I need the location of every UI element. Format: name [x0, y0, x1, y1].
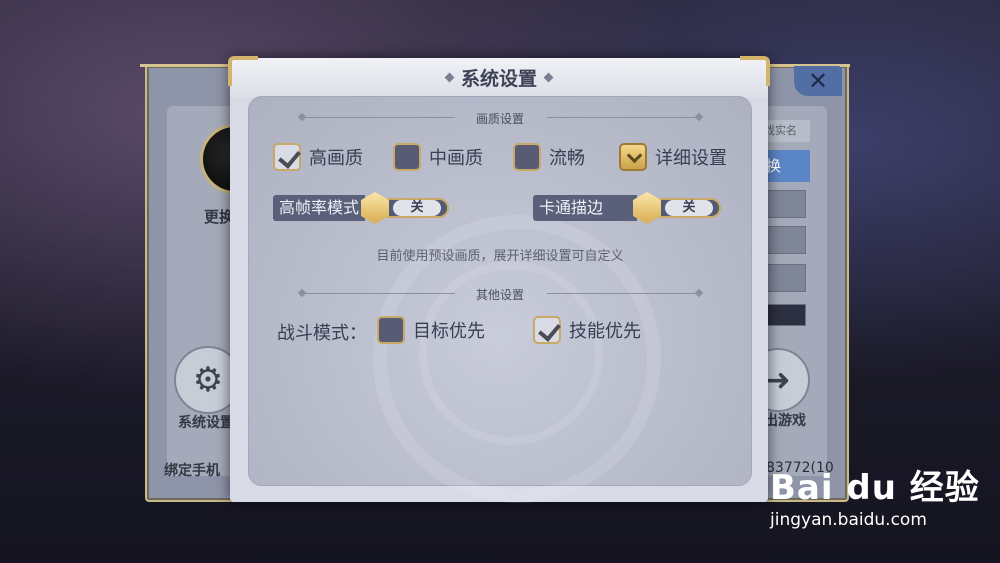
system-settings-dialog: 系统设置 画质设置 高画质 中画质 流畅 详细设置 高帧率模式 关 卡通描边 关…	[228, 56, 770, 503]
smooth-label[interactable]: 流畅	[549, 144, 585, 170]
dialog-title-wrap: 系统设置	[230, 64, 768, 91]
expand-chevron-icon[interactable]	[619, 143, 647, 171]
cartoon-outline-row: 卡通描边 关	[533, 192, 721, 224]
medium-quality-checkbox[interactable]	[393, 143, 421, 171]
option-target-priority[interactable]: 目标优先	[377, 316, 485, 344]
quality-section-header: 画质设置	[475, 112, 524, 126]
baidu-url: jingyan.baidu.com	[770, 510, 927, 530]
toggle-knob-icon[interactable]	[633, 192, 661, 224]
option-skill-priority[interactable]: 技能优先	[533, 316, 641, 344]
option-medium-quality[interactable]: 中画质	[393, 143, 483, 171]
cartoon-outline-label: 卡通描边	[533, 195, 637, 221]
option-high-quality[interactable]: 高画质	[273, 143, 363, 171]
high-fps-toggle-state[interactable]: 关	[393, 200, 442, 216]
baidu-logo: Bai du 经验	[770, 468, 980, 508]
toggle-knob-icon[interactable]	[361, 192, 390, 224]
diamond-icon	[444, 72, 455, 83]
high-fps-label: 高帧率模式	[273, 195, 366, 221]
bind-phone-label[interactable]: 绑定手机	[164, 460, 220, 480]
cartoon-outline-toggle[interactable]: 关	[633, 192, 721, 224]
high-fps-toggle[interactable]: 关	[361, 192, 450, 224]
diamond-icon	[543, 72, 554, 83]
skill-priority-label[interactable]: 技能优先	[569, 317, 641, 343]
skill-priority-checkbox[interactable]	[533, 316, 561, 344]
baidu-watermark: Bai du 经验 jingyan.baidu.com	[770, 470, 980, 530]
dialog-title: 系统设置	[460, 68, 537, 90]
detailed-settings-label[interactable]: 详细设置	[655, 144, 727, 170]
target-priority-label[interactable]: 目标优先	[413, 317, 485, 343]
high-quality-checkbox[interactable]	[273, 143, 301, 171]
close-icon[interactable]: ✕	[794, 66, 842, 96]
option-detailed-settings[interactable]: 详细设置	[619, 143, 727, 171]
smooth-checkbox[interactable]	[513, 143, 541, 171]
battle-mode-label: 战斗模式：	[277, 323, 367, 344]
system-settings-button-label[interactable]: 系统设置	[178, 412, 234, 432]
high-quality-label[interactable]: 高画质	[309, 144, 363, 170]
option-smooth[interactable]: 流畅	[513, 143, 585, 171]
target-priority-checkbox[interactable]	[377, 316, 405, 344]
settings-content: 画质设置 高画质 中画质 流畅 详细设置 高帧率模式 关 卡通描边 关 目前使用…	[248, 96, 752, 503]
cartoon-outline-toggle-state[interactable]: 关	[665, 200, 713, 216]
quality-hint-text: 目前使用预设画质，展开详细设置可自定义	[376, 249, 624, 264]
medium-quality-label[interactable]: 中画质	[429, 144, 483, 170]
other-section-header: 其他设置	[475, 288, 524, 302]
high-fps-row: 高帧率模式 关	[273, 192, 450, 224]
